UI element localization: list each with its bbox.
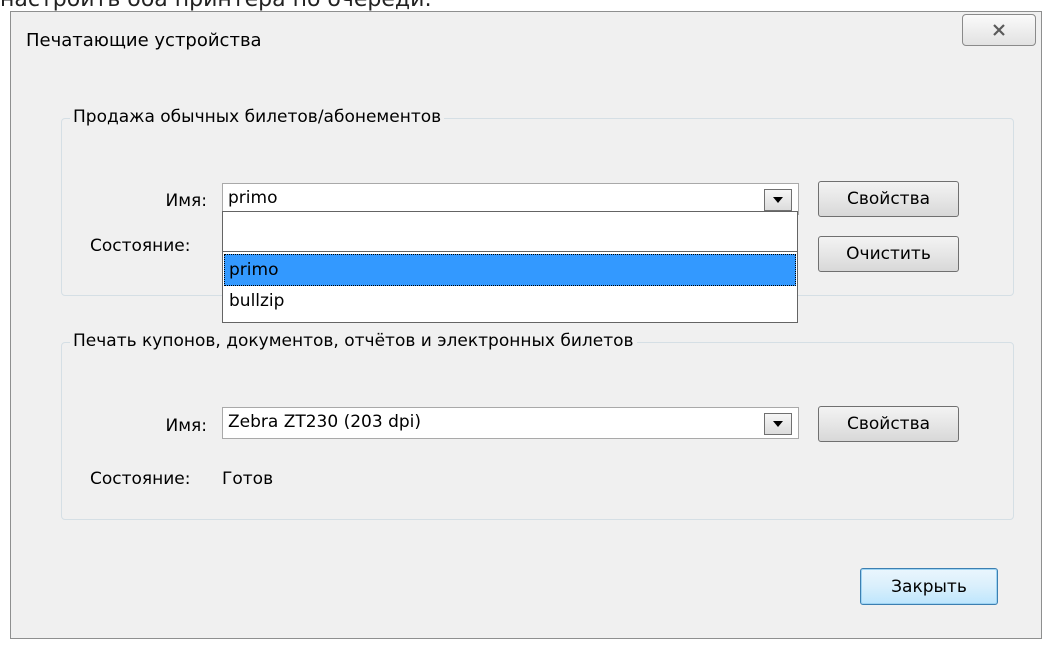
printers-dialog: Печатающие устройства Продажа обычных би…	[10, 11, 1042, 639]
printer1-dropdown-button[interactable]	[764, 189, 792, 211]
printer2-dropdown-button[interactable]	[764, 413, 792, 435]
printer2-name-combobox[interactable]: Zebra ZT230 (203 dpi)	[222, 407, 799, 439]
printer2-state-value: Готов	[222, 469, 274, 489]
group-regular-tickets-legend: Продажа обычных билетов/абонементов	[70, 107, 445, 127]
printer1-state-label: Состояние:	[90, 236, 191, 256]
printer1-dropdown-list: primo bullzip	[222, 211, 798, 323]
printer2-state-label: Состояние:	[90, 469, 191, 489]
printer1-properties-button[interactable]: Свойства	[818, 181, 959, 217]
dropdown-option-primo[interactable]: primo	[224, 254, 796, 286]
printer2-properties-button[interactable]: Свойства	[818, 406, 959, 442]
printer1-name-value: primo	[228, 188, 278, 208]
dialog-title: Печатающие устройства	[26, 30, 262, 51]
printer2-name-label: Имя:	[165, 416, 208, 436]
group-coupons-documents-legend: Печать купонов, документов, отчётов и эл…	[70, 331, 637, 351]
printer2-name-value: Zebra ZT230 (203 dpi)	[228, 412, 422, 432]
close-icon	[993, 24, 1005, 36]
dropdown-option-bullzip[interactable]: bullzip	[224, 286, 796, 316]
printer1-name-label: Имя:	[165, 191, 208, 211]
printer1-clear-button[interactable]: Очистить	[818, 236, 959, 272]
close-button[interactable]	[962, 14, 1036, 46]
chevron-down-icon	[773, 197, 783, 203]
printer1-dropdown-edit[interactable]	[223, 212, 797, 252]
close-dialog-button[interactable]: Закрыть	[860, 568, 998, 605]
chevron-down-icon	[773, 421, 783, 427]
